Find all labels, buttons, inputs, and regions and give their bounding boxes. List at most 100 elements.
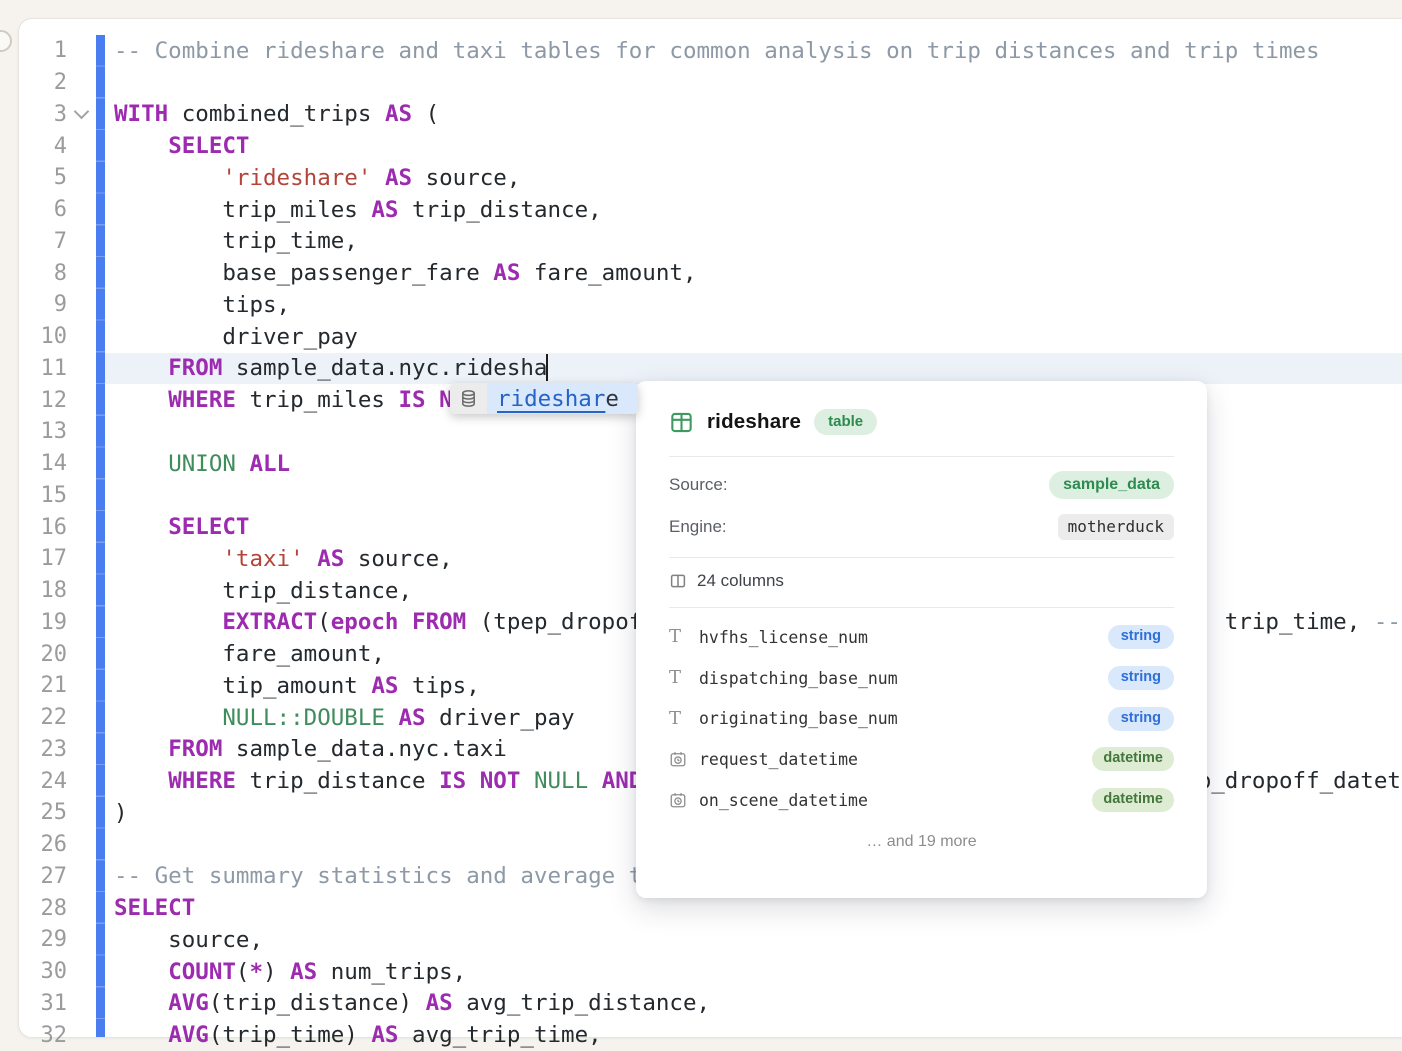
line-number[interactable]: 16 <box>19 515 67 540</box>
code-text[interactable]: tips, <box>96 292 1402 318</box>
code-line[interactable]: 32 AVG(trip_time) AS avg_trip_time, <box>19 1019 1402 1051</box>
code-line[interactable]: 7 trip_time, <box>19 226 1402 258</box>
code-token: WHERE <box>168 768 236 794</box>
code-token <box>466 768 480 794</box>
table-name: rideshare <box>707 410 801 434</box>
code-token: AS <box>426 990 453 1016</box>
column-name: request_datetime <box>699 750 1092 769</box>
code-line[interactable]: 6 trip_miles AS trip_distance, <box>19 194 1402 226</box>
line-number[interactable]: 29 <box>19 927 67 952</box>
code-text[interactable]: driver_pay <box>96 324 1402 350</box>
code-text[interactable]: -- Combine rideshare and taxi tables for… <box>96 38 1402 64</box>
line-number[interactable]: 22 <box>19 705 67 730</box>
line-number[interactable]: 11 <box>19 356 67 381</box>
code-line[interactable]: 31 AVG(trip_distance) AS avg_trip_distan… <box>19 988 1402 1020</box>
line-number[interactable]: 7 <box>19 229 67 254</box>
code-line[interactable]: 11 FROM sample_data.nyc.ridesha <box>19 353 1402 385</box>
line-number[interactable]: 9 <box>19 292 67 317</box>
code-line[interactable]: 10 driver_pay <box>19 321 1402 353</box>
code-token: num_trips, <box>317 959 466 985</box>
line-number[interactable]: 28 <box>19 896 67 921</box>
line-number[interactable]: 2 <box>19 70 67 95</box>
line-number[interactable]: 20 <box>19 642 67 667</box>
code-token: FROM <box>168 736 222 762</box>
code-text[interactable]: SELECT <box>96 133 1402 159</box>
code-token: base_passenger_fare <box>114 260 493 286</box>
source-value-badge: sample_data <box>1049 471 1174 499</box>
code-text[interactable]: 'rideshare' AS source, <box>96 165 1402 191</box>
code-token: tips, <box>114 292 290 318</box>
code-text[interactable]: SELECT <box>96 895 1402 921</box>
line-number[interactable]: 17 <box>19 546 67 571</box>
code-token: trip_time, <box>114 228 358 254</box>
calendar-clock-icon <box>669 791 699 809</box>
line-number[interactable]: 23 <box>19 737 67 762</box>
code-line[interactable]: 5 'rideshare' AS source, <box>19 162 1402 194</box>
code-text[interactable]: AVG(trip_time) AS avg_trip_time, <box>96 1022 1402 1048</box>
edge-circle-decoration <box>0 30 12 52</box>
line-number[interactable]: 10 <box>19 324 67 349</box>
code-token: IS <box>439 768 466 794</box>
line-number[interactable]: 6 <box>19 197 67 222</box>
line-number[interactable]: 19 <box>19 610 67 635</box>
code-token: WITH <box>114 101 168 127</box>
more-columns-text: … and 19 more <box>669 828 1174 856</box>
column-name: originating_base_num <box>699 709 1108 728</box>
line-number[interactable]: 21 <box>19 673 67 698</box>
line-number[interactable]: 27 <box>19 864 67 889</box>
line-number[interactable]: 24 <box>19 769 67 794</box>
code-line[interactable]: 8 base_passenger_fare AS fare_amount, <box>19 257 1402 289</box>
code-line[interactable]: 9 tips, <box>19 289 1402 321</box>
code-text[interactable]: base_passenger_fare AS fare_amount, <box>96 260 1402 286</box>
code-token <box>114 768 168 794</box>
line-number[interactable]: 26 <box>19 832 67 857</box>
code-line[interactable]: 29 source, <box>19 924 1402 956</box>
code-token <box>426 387 440 413</box>
line-number[interactable]: 25 <box>19 800 67 825</box>
code-line[interactable]: 1 -- Combine rideshare and taxi tables fo… <box>19 35 1402 67</box>
code-text[interactable]: WITH combined_trips AS ( <box>96 101 1402 127</box>
column-type-badge: datetime <box>1092 747 1174 771</box>
code-token: fare_amount, <box>520 260 696 286</box>
line-number[interactable]: 13 <box>19 419 67 444</box>
column-row: request_datetimedatetime <box>669 739 1174 780</box>
line-number[interactable]: 15 <box>19 483 67 508</box>
code-text[interactable]: COUNT(*) AS num_trips, <box>96 959 1402 985</box>
line-number[interactable]: 1 <box>19 38 67 63</box>
autocomplete-popup: rideshare <box>450 383 638 414</box>
line-number[interactable]: 32 <box>19 1023 67 1048</box>
code-token: ( <box>236 959 250 985</box>
line-number[interactable]: 4 <box>19 134 67 159</box>
code-token: COUNT <box>168 959 236 985</box>
line-number[interactable]: 14 <box>19 451 67 476</box>
cursor-caret <box>546 354 548 381</box>
code-text[interactable]: trip_time, <box>96 228 1402 254</box>
code-token <box>114 736 168 762</box>
code-token: FROM <box>412 609 466 635</box>
text-type-icon: T <box>669 669 699 687</box>
code-line[interactable]: 4 SELECT <box>19 130 1402 162</box>
code-text[interactable]: AVG(trip_distance) AS avg_trip_distance, <box>96 990 1402 1016</box>
line-number[interactable]: 30 <box>19 959 67 984</box>
code-line[interactable]: 2 <box>19 67 1402 99</box>
code-text[interactable]: trip_miles AS trip_distance, <box>96 197 1402 223</box>
autocomplete-item-rideshare[interactable]: rideshare <box>487 383 638 414</box>
line-number[interactable]: 8 <box>19 261 67 286</box>
code-token: FROM <box>168 355 222 381</box>
line-number[interactable]: 18 <box>19 578 67 603</box>
code-text[interactable]: FROM sample_data.nyc.ridesha <box>96 355 1402 381</box>
line-number[interactable]: 3 <box>19 102 67 127</box>
code-line[interactable]: 30 COUNT(*) AS num_trips, <box>19 956 1402 988</box>
code-token: -- Combine rideshare and taxi tables for… <box>114 38 1320 64</box>
line-number[interactable]: 5 <box>19 165 67 190</box>
calendar-clock-icon <box>669 750 699 768</box>
fold-chevron-icon[interactable] <box>67 111 96 117</box>
line-number[interactable]: 12 <box>19 388 67 413</box>
code-token: SELECT <box>168 133 249 159</box>
line-number[interactable]: 31 <box>19 991 67 1016</box>
code-token <box>385 705 399 731</box>
table-type-badge: table <box>814 409 877 436</box>
database-icon <box>450 383 487 414</box>
code-line[interactable]: 3 WITH combined_trips AS ( <box>19 99 1402 131</box>
code-text[interactable]: source, <box>96 927 1402 953</box>
